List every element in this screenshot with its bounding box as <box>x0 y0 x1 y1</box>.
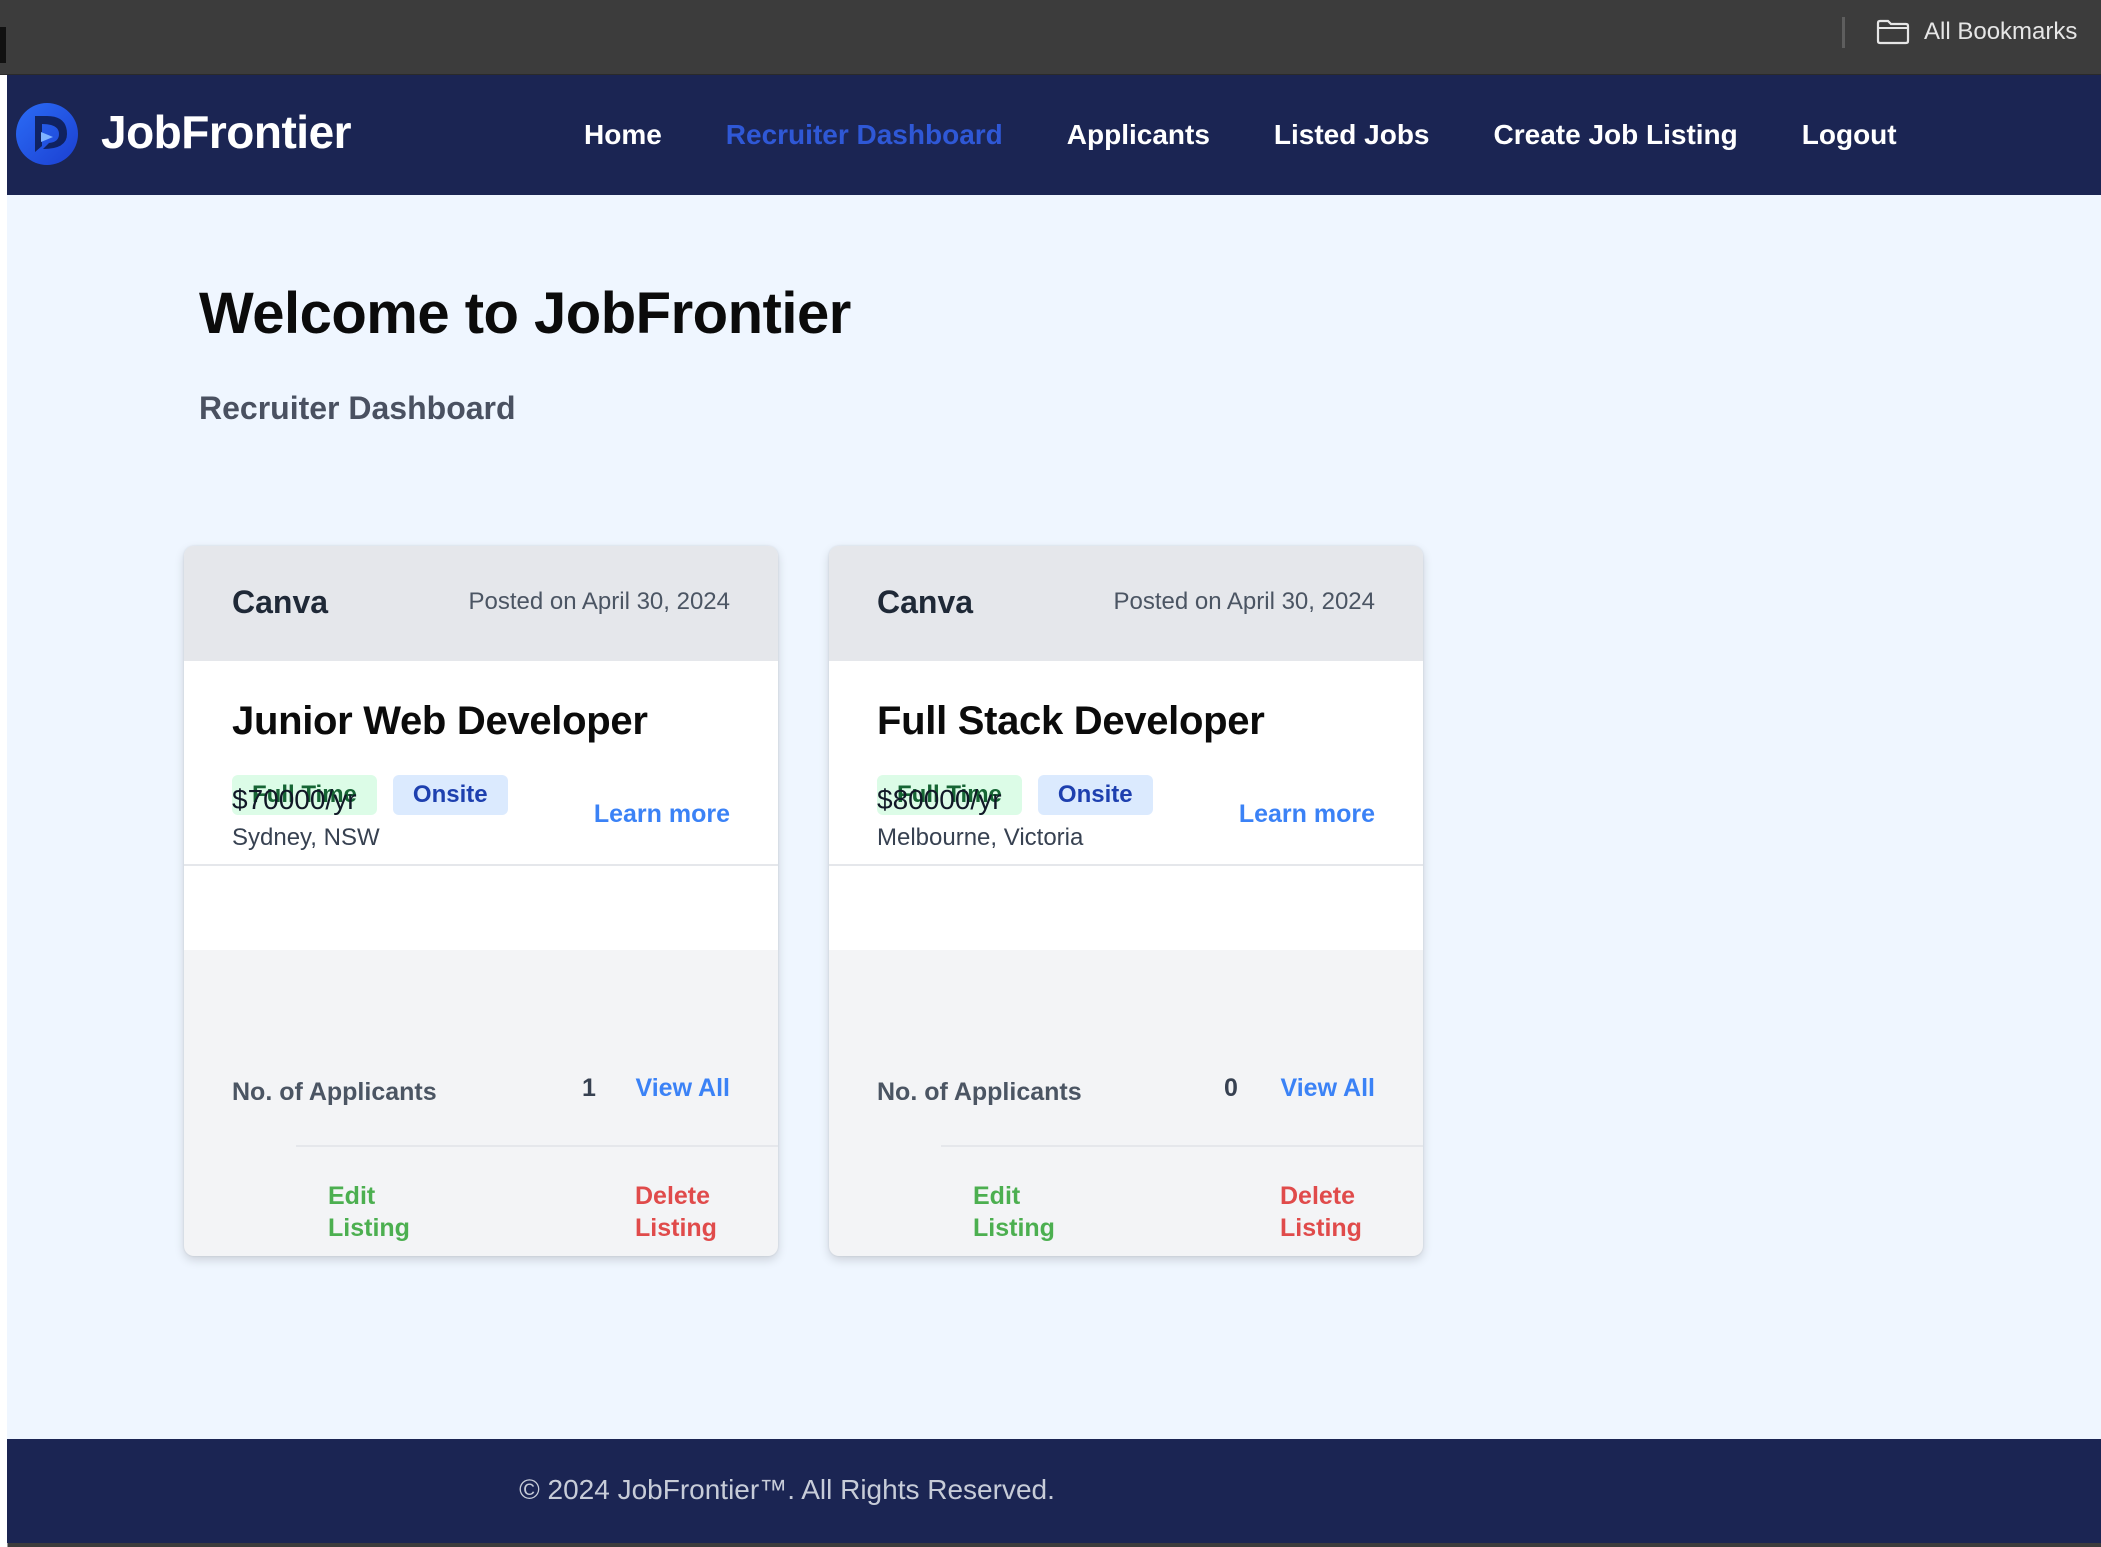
job-card-header: Canva Posted on April 30, 2024 <box>184 546 778 661</box>
card-footer-divider <box>941 1145 1423 1147</box>
all-bookmarks-label: All Bookmarks <box>1924 18 2078 45</box>
edit-listing-link[interactable]: Edit Listing <box>328 1180 448 1244</box>
salary: $70000/yr <box>232 784 357 815</box>
nav-link-recruiter-dashboard[interactable]: Recruiter Dashboard <box>726 119 1003 151</box>
card-divider <box>184 864 778 866</box>
view-all-applicants-link[interactable]: View All <box>636 1074 730 1103</box>
job-card-header: Canva Posted on April 30, 2024 <box>829 546 1423 661</box>
copyright-text: © 2024 JobFrontier™. All Rights Reserved… <box>519 1474 1055 1505</box>
job-title: Junior Web Developer <box>232 699 648 743</box>
applicants-label: No. of Applicants <box>877 1078 1082 1106</box>
work-location-badge: Onsite <box>392 775 508 815</box>
company-name: Canva <box>877 584 974 620</box>
posted-date: Posted on April 30, 2024 <box>1113 588 1375 615</box>
posted-date: Posted on April 30, 2024 <box>468 588 730 615</box>
nav-link-logout[interactable]: Logout <box>1802 119 1897 151</box>
browser-window: All Bookmarks JobFrontier Home Recruiter <box>0 0 2101 1547</box>
job-location: Sydney, NSW <box>232 824 380 851</box>
applicants-count: 0 <box>1224 1074 1238 1102</box>
nav-link-applicants[interactable]: Applicants <box>1067 119 1210 151</box>
job-location: Melbourne, Victoria <box>877 824 1084 851</box>
applicants-count: 1 <box>582 1074 596 1102</box>
card-divider <box>829 864 1423 866</box>
page-viewport: JobFrontier Home Recruiter Dashboard App… <box>7 75 2101 1543</box>
all-bookmarks-button[interactable]: All Bookmarks <box>1876 14 2077 50</box>
delete-listing-link[interactable]: Delete Listing <box>635 1180 755 1244</box>
brand-name[interactable]: JobFrontier <box>101 105 352 159</box>
view-all-applicants-link[interactable]: View All <box>1281 1074 1375 1103</box>
page-title: Welcome to JobFrontier <box>199 281 851 346</box>
salary: $80000/yr <box>877 784 1002 815</box>
nav-link-listed-jobs[interactable]: Listed Jobs <box>1274 119 1430 151</box>
job-card: Canva Posted on April 30, 2024 Junior We… <box>184 546 778 1256</box>
bookmarks-separator <box>1842 17 1845 48</box>
delete-listing-link[interactable]: Delete Listing <box>1280 1180 1400 1244</box>
nav-link-create-job-listing[interactable]: Create Job Listing <box>1494 119 1738 151</box>
job-card: Canva Posted on April 30, 2024 Full Stac… <box>829 546 1423 1256</box>
page-footer: © 2024 JobFrontier™. All Rights Reserved… <box>7 1439 2101 1543</box>
navbar: JobFrontier Home Recruiter Dashboard App… <box>7 75 2101 195</box>
page-subtitle: Recruiter Dashboard <box>199 390 516 426</box>
learn-more-link[interactable]: Learn more <box>594 800 730 829</box>
jobfrontier-logo-icon[interactable] <box>15 102 79 166</box>
job-title: Full Stack Developer <box>877 699 1265 743</box>
bookmarks-bar: All Bookmarks <box>0 0 2101 75</box>
company-name: Canva <box>232 584 329 620</box>
edit-listing-link[interactable]: Edit Listing <box>973 1180 1093 1244</box>
nav-links: Home Recruiter Dashboard Applicants List… <box>584 75 1961 195</box>
window-edge <box>0 27 6 63</box>
applicants-label: No. of Applicants <box>232 1078 437 1106</box>
nav-link-home[interactable]: Home <box>584 119 662 151</box>
folder-icon <box>1876 19 1910 45</box>
card-footer-divider <box>296 1145 778 1147</box>
learn-more-link[interactable]: Learn more <box>1239 800 1375 829</box>
work-location-badge: Onsite <box>1037 775 1153 815</box>
